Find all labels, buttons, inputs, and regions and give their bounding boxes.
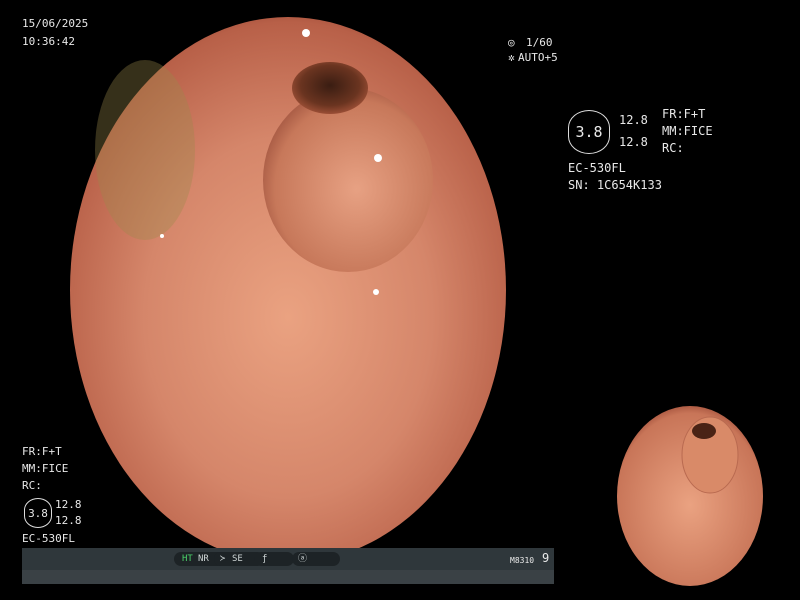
number-text: 9 bbox=[542, 551, 550, 565]
left-fr: FR:F+T bbox=[22, 445, 62, 458]
ht-label: HT bbox=[182, 554, 193, 564]
endoscope-pip-view bbox=[617, 406, 763, 586]
right-rc: RC: bbox=[662, 141, 684, 155]
shutter-text: 1/60 bbox=[526, 36, 553, 49]
status-bar: HT NR ≻ SE ƒ ⓐ M8310 9 bbox=[22, 548, 554, 584]
mode-group: ⓐ bbox=[292, 552, 340, 566]
se-label: SE bbox=[232, 554, 243, 564]
right-badge: 3.8 bbox=[568, 110, 610, 154]
right-serial: SN: 1C654K133 bbox=[568, 178, 662, 192]
code-text: M8310 bbox=[510, 556, 535, 565]
right-value-bottom: 12.8 bbox=[619, 135, 648, 149]
right-fr: FR:F+T bbox=[662, 107, 706, 121]
date-text: 15/06/2025 bbox=[22, 17, 89, 30]
left-badge: 3.8 bbox=[24, 498, 52, 528]
left-value-bottom: 12.8 bbox=[55, 514, 82, 527]
left-rc: RC: bbox=[22, 479, 42, 492]
se-icon: ≻ bbox=[220, 554, 226, 564]
right-mm: MM:FICE bbox=[662, 124, 713, 138]
time-text: 10:36:42 bbox=[22, 35, 75, 48]
mode-icon: ⓐ bbox=[298, 554, 308, 564]
auto-icon: ✲ bbox=[508, 51, 515, 64]
auto-text: AUTO+5 bbox=[518, 51, 558, 64]
left-model: EC-530FL bbox=[22, 532, 75, 545]
left-badge-value: 3.8 bbox=[28, 506, 48, 520]
left-value-top: 12.8 bbox=[55, 498, 82, 511]
flash-group: ƒ bbox=[254, 552, 294, 566]
right-model: EC-530FL bbox=[568, 161, 626, 175]
right-badge-value: 3.8 bbox=[575, 123, 603, 141]
right-value-top: 12.8 bbox=[619, 113, 648, 127]
nr-label: NR bbox=[198, 554, 209, 564]
shutter-icon: ◎ bbox=[508, 36, 515, 49]
flash-icon: ƒ bbox=[262, 554, 268, 564]
left-mm: MM:FICE bbox=[22, 462, 69, 475]
